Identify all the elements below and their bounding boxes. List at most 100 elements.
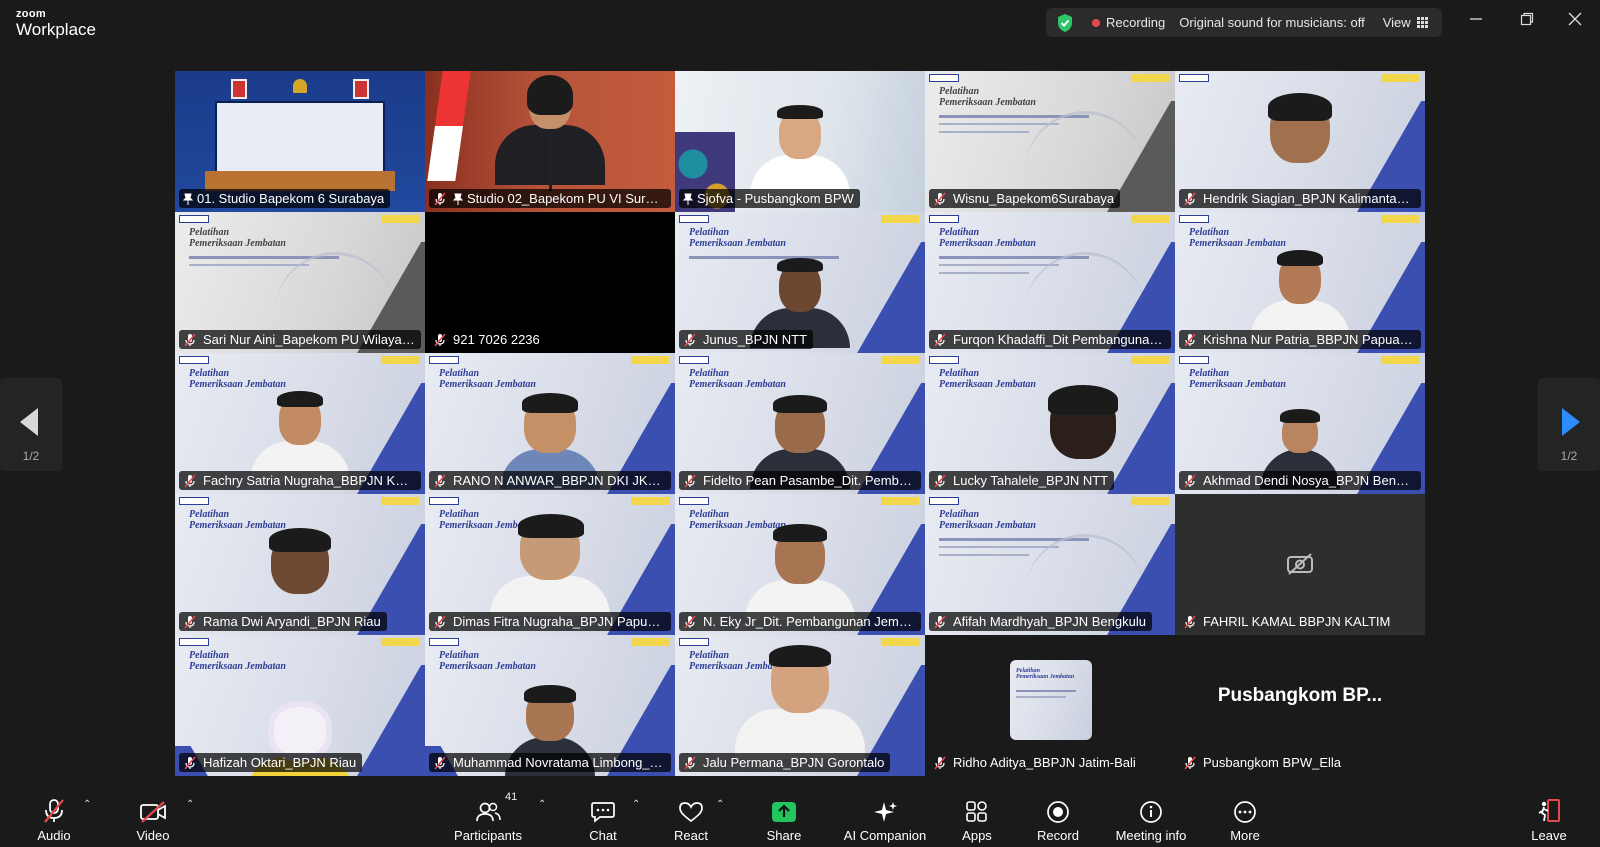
video-tile[interactable]: Studio 02_Bapekom PU VI Suraba... bbox=[425, 71, 675, 212]
participant-person bbox=[269, 528, 331, 594]
more-button[interactable]: More bbox=[1228, 787, 1262, 847]
video-tile[interactable]: Sjofva - Pusbangkom BPW bbox=[675, 71, 925, 212]
meeting-info-button[interactable]: Meeting info bbox=[1112, 787, 1190, 847]
audio-options-chevron-icon[interactable]: ⌃ bbox=[83, 799, 91, 810]
video-tile[interactable]: Pelatihan Pemeriksaan Jembatan Krishna Nu… bbox=[1175, 212, 1425, 353]
participant-name: Rama Dwi Aryandi_BPJN Riau bbox=[203, 614, 381, 629]
meeting-toolbar: Audio ⌃ Video ⌃ Participants 41 ⌃ Chat ⌃… bbox=[0, 787, 1600, 847]
participant-name: Dimas Fitra Nugraha_BPJN Papua Sel... bbox=[453, 614, 665, 629]
slide-title-2: Pemeriksaan Jembatan bbox=[939, 96, 1036, 108]
participant-name-bar: Dimas Fitra Nugraha_BPJN Papua Sel... bbox=[429, 612, 671, 631]
participant-name-bar: Hafizah Oktari_BPJN Riau bbox=[179, 753, 363, 772]
mic-muted-icon bbox=[434, 755, 446, 770]
chat-options-chevron-icon[interactable]: ⌃ bbox=[632, 799, 640, 810]
video-tile[interactable]: Pelatihan Pemeriksaan Jembatan RANO N ANW… bbox=[425, 353, 675, 494]
video-tile[interactable]: Pelatihan Pemeriksaan Jembatan Afifah Mar… bbox=[925, 494, 1175, 635]
participant-name-bar: Akhmad Dendi Nosya_BPJN Bengkulu bbox=[1179, 471, 1421, 490]
mic-muted-icon bbox=[684, 332, 696, 347]
record-button[interactable]: Record bbox=[1036, 787, 1080, 847]
chat-button[interactable]: Chat bbox=[586, 787, 620, 847]
restore-icon[interactable] bbox=[1516, 12, 1538, 32]
video-tile[interactable]: Pusbangkom BP... Pusbangkom BPW_Ella bbox=[1175, 635, 1425, 776]
video-tile[interactable]: FAHRIL KAMAL BBPJN KALTIM bbox=[1175, 494, 1425, 635]
video-tile[interactable]: Pelatihan Pemeriksaan Jembatan Sari Nur A… bbox=[175, 212, 425, 353]
podium-mic bbox=[549, 131, 552, 191]
video-tile[interactable]: Pelatihan Pemeriksaan Jembatan Wisnu_Bape… bbox=[925, 71, 1175, 212]
logo-top: zoom bbox=[16, 8, 46, 20]
apps-button[interactable]: Apps bbox=[960, 787, 994, 847]
mic-muted-icon bbox=[684, 755, 696, 770]
share-button[interactable]: Share bbox=[766, 787, 802, 847]
participants-options-chevron-icon[interactable]: ⌃ bbox=[538, 799, 546, 810]
sparkle-icon bbox=[874, 802, 897, 822]
video-button[interactable]: Video bbox=[133, 787, 173, 847]
react-button[interactable]: React bbox=[674, 787, 708, 847]
slide-title-2: Pemeriksaan Jembatan bbox=[1189, 237, 1286, 249]
slide-title-2: Pemeriksaan Jembatan bbox=[1189, 378, 1286, 390]
video-tile[interactable]: Pelatihan Pemeriksaan Jembatan Hafizah Ok… bbox=[175, 635, 425, 776]
participant-name-bar: Krishna Nur Patria_BBPJN Papua Bara... bbox=[1179, 330, 1421, 349]
video-tile[interactable]: Hendrik Siagian_BPJN Kalimantan Ba... bbox=[1175, 71, 1425, 212]
slide-title-2: Pemeriksaan Jembatan bbox=[439, 660, 536, 672]
video-tile[interactable]: Pelatihan Pemeriksaan Jembatan Fachry Sat… bbox=[175, 353, 425, 494]
mic-muted-icon bbox=[184, 332, 196, 347]
participant-name: Jalu Permana_BPJN Gorontalo bbox=[703, 755, 885, 770]
participant-name: Pusbangkom BPW_Ella bbox=[1203, 755, 1342, 770]
mic-muted-icon bbox=[44, 799, 64, 823]
more-label: More bbox=[1230, 828, 1260, 843]
participant-name-bar: Muhammad Novratama Limbong_BP... bbox=[429, 753, 671, 772]
video-tile[interactable]: Pelatihan Pemeriksaan Jembatan Muhammad N… bbox=[425, 635, 675, 776]
video-tile[interactable]: Pelatihan Pemeriksaan Jembatan Furqon Kha… bbox=[925, 212, 1175, 353]
video-tile[interactable]: Pelatihan Pemeriksaan Jembatan Dimas Fitr… bbox=[425, 494, 675, 635]
react-label: React bbox=[674, 828, 708, 843]
video-options-chevron-icon[interactable]: ⌃ bbox=[186, 799, 194, 810]
leave-button[interactable]: Leave bbox=[1531, 787, 1567, 847]
slide-title-1: Pelatihan bbox=[1189, 227, 1230, 238]
audio-button[interactable]: Audio bbox=[36, 787, 72, 847]
participant-name-bar: Pusbangkom BPW_Ella bbox=[1179, 753, 1347, 772]
slide-title-1: Pelatihan bbox=[1016, 668, 1041, 674]
slide-title-2: Pemeriksaan Jembatan bbox=[939, 237, 1036, 249]
mic-muted-icon bbox=[434, 191, 446, 206]
react-options-chevron-icon[interactable]: ⌃ bbox=[716, 799, 724, 810]
apps-label: Apps bbox=[962, 828, 992, 843]
video-tile[interactable]: Pelatihan Pemeriksaan Jembatan Lucky Taha… bbox=[925, 353, 1175, 494]
participant-person bbox=[1268, 93, 1332, 163]
minimize-icon[interactable] bbox=[1465, 12, 1487, 32]
slide-title-1: Pelatihan bbox=[189, 509, 230, 520]
recording-dot-icon bbox=[1092, 18, 1100, 27]
video-tile[interactable]: Pelatihan Pemeriksaan Jembatan Ridho Adit… bbox=[925, 635, 1175, 776]
close-icon[interactable] bbox=[1564, 12, 1586, 32]
mic-muted-icon bbox=[1184, 473, 1196, 488]
video-tile[interactable]: Pelatihan Pemeriksaan Jembatan Junus_BPJN… bbox=[675, 212, 925, 353]
video-tile[interactable]: Pelatihan Pemeriksaan Jembatan Jalu Perma… bbox=[675, 635, 925, 776]
participant-name-bar: Ridho Aditya_BBPJN Jatim-Bali bbox=[929, 753, 1142, 772]
video-tile[interactable]: 921 7026 2236 bbox=[425, 212, 675, 353]
next-page-button[interactable]: 1/2 bbox=[1538, 378, 1600, 471]
ai-companion-button[interactable]: AI Companion bbox=[840, 787, 930, 847]
mic-muted-icon bbox=[684, 614, 696, 629]
view-button[interactable]: View bbox=[1383, 15, 1428, 30]
chat-icon bbox=[591, 802, 615, 823]
slide-title-2: Pemeriksaan Jembatan bbox=[189, 519, 286, 531]
recording-label[interactable]: Recording bbox=[1106, 15, 1165, 30]
participant-name: 921 7026 2236 bbox=[453, 332, 540, 347]
video-off-icon bbox=[140, 801, 166, 823]
video-tile[interactable]: Pelatihan Pemeriksaan Jembatan Akhmad Den… bbox=[1175, 353, 1425, 494]
participant-person bbox=[745, 524, 855, 620]
participant-name-bar: Lucky Tahalele_BPJN NTT bbox=[929, 471, 1115, 490]
shield-check-icon[interactable] bbox=[1056, 13, 1074, 33]
video-tile[interactable]: 01. Studio Bapekom 6 Surabaya bbox=[175, 71, 425, 212]
mic-muted-icon bbox=[934, 332, 946, 347]
participant-name-bar: Jalu Permana_BPJN Gorontalo bbox=[679, 753, 891, 772]
video-tile[interactable]: Pelatihan Pemeriksaan Jembatan Fidelto Pe… bbox=[675, 353, 925, 494]
previous-page-button[interactable]: 1/2 bbox=[0, 378, 62, 471]
participant-name: 01. Studio Bapekom 6 Surabaya bbox=[197, 191, 385, 206]
participant-name: Ridho Aditya_BBPJN Jatim-Bali bbox=[953, 755, 1136, 770]
video-label: Video bbox=[136, 828, 170, 843]
audio-label: Audio bbox=[37, 828, 71, 843]
logo-bottom: Workplace bbox=[16, 20, 96, 39]
video-tile[interactable]: Pelatihan Pemeriksaan Jembatan Rama Dwi A… bbox=[175, 494, 425, 635]
video-tile[interactable]: Pelatihan Pemeriksaan Jembatan N. Eky Jr_… bbox=[675, 494, 925, 635]
original-sound-label[interactable]: Original sound for musicians: off bbox=[1179, 15, 1364, 30]
